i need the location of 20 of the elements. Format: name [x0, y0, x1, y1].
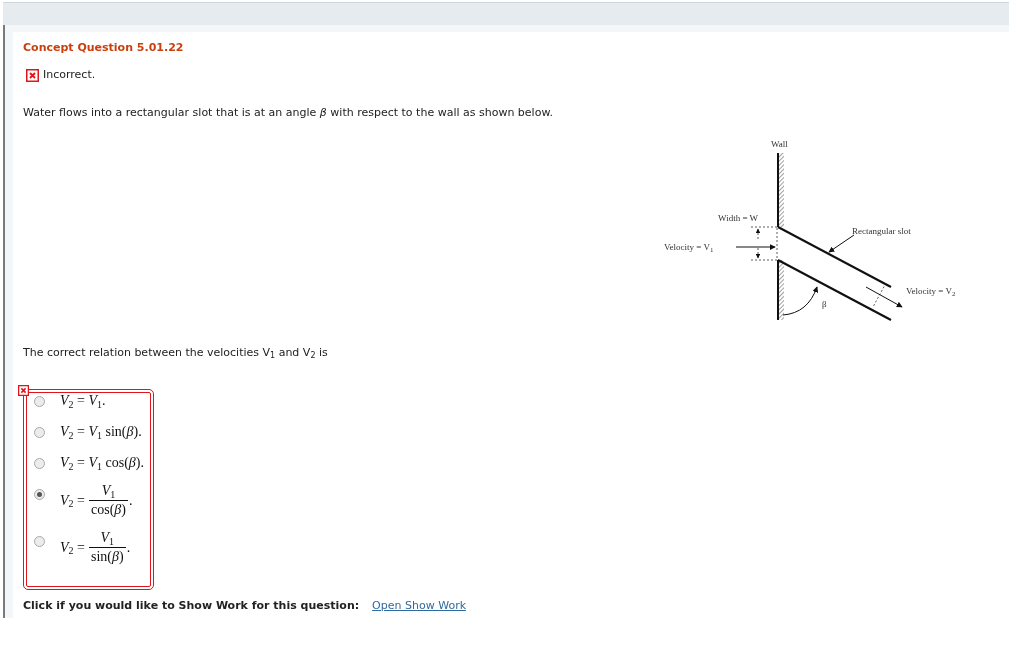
- slot-label: Rectangular slot: [852, 226, 911, 237]
- feedback-text: Incorrect.: [43, 68, 96, 82]
- radio-button[interactable]: [34, 489, 45, 500]
- question-text: The correct relation between the velocities V$_{1}$ and V$_{2}$ is: [23, 346, 329, 360]
- outlet-velocity-label: Velocity = V$_{2}$: [906, 286, 956, 297]
- question-prompt: Water flows into a rectangular slot that is at an angle β with respect to the wall as shown below.: [23, 106, 554, 120]
- inlet-velocity-label: Velocity = V$_{1}$: [664, 242, 714, 253]
- open-show-work-link[interactable]: Open Show Work: [372, 599, 467, 613]
- show-work-prompt: Click if you would like to Show Work for this question:: [23, 599, 360, 613]
- width-label: Width = W: [718, 213, 759, 224]
- radio-button[interactable]: [34, 395, 45, 407]
- answer-formula: V$_{2}$ = V$_{1}$ cos(β).: [60, 455, 144, 471]
- radio-button[interactable]: [34, 457, 45, 469]
- radio-button[interactable]: [34, 426, 45, 438]
- angle-label: β: [822, 299, 827, 310]
- wall-label: Wall: [771, 139, 788, 150]
- answer-formula: V$_{2}$ = V$_{1}$.: [60, 393, 106, 409]
- answer-formula: V$_{2}$ = V$_{1}$ sin(β).: [60, 424, 142, 440]
- radio-button[interactable]: [34, 536, 45, 547]
- question-title: Concept Question 5.01.22: [23, 41, 185, 55]
